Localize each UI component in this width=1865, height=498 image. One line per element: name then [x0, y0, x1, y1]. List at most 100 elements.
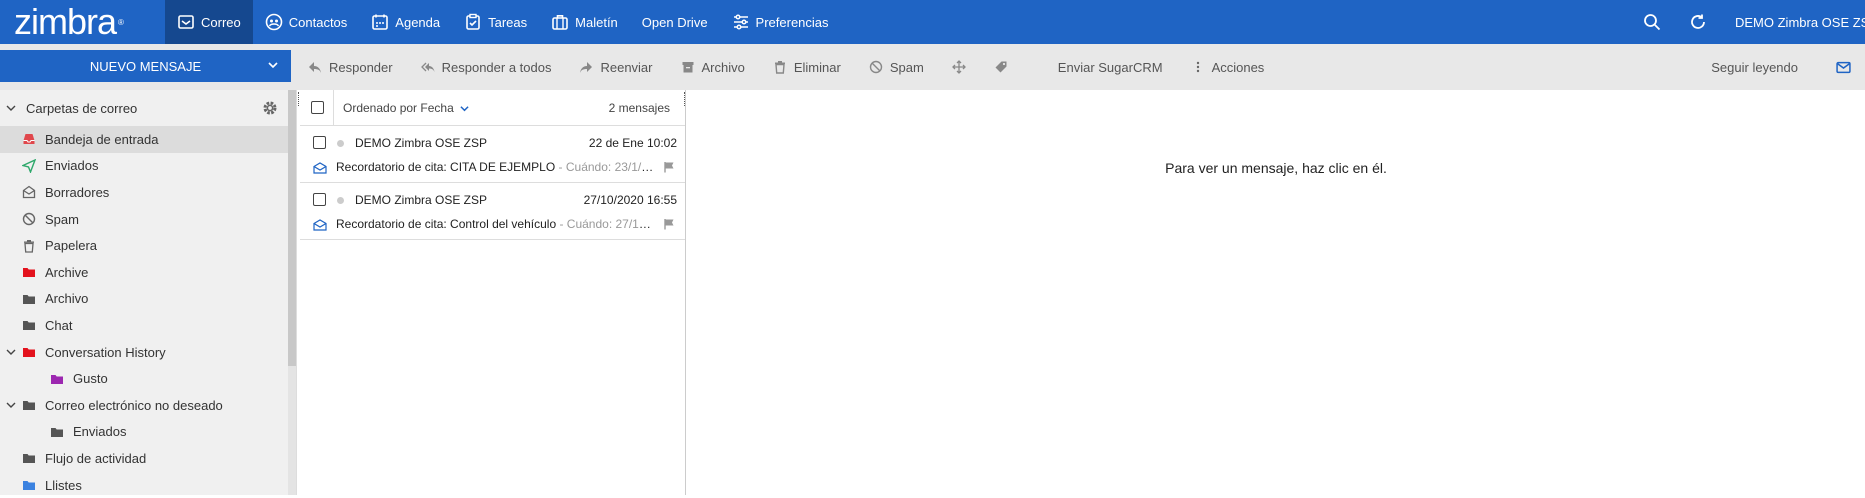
- folder-icon: [51, 374, 63, 384]
- mail-folders-header[interactable]: Carpetas de correo: [0, 90, 296, 126]
- sidebar-folder-item[interactable]: Archivo: [0, 286, 296, 313]
- envelope-open-icon: [313, 219, 327, 231]
- refresh-icon[interactable]: [1689, 13, 1707, 31]
- sidebar-folder-item[interactable]: Flujo de actividad: [0, 445, 296, 472]
- sidebar-folder-item[interactable]: Borradores: [0, 179, 296, 206]
- select-all-checkbox[interactable]: [311, 101, 324, 114]
- folder-label: Flujo de actividad: [45, 450, 147, 466]
- spam-button[interactable]: Spam: [869, 60, 924, 75]
- reply-all-button[interactable]: Responder a todos: [420, 60, 551, 75]
- topbar-right: DEMO Zimbra OSE ZSP: [1643, 0, 1865, 44]
- nav-mail[interactable]: Correo: [165, 0, 253, 44]
- sidebar-folder-item[interactable]: Bandeja de entrada: [0, 126, 296, 153]
- sidebar-folder-item[interactable]: Llistes: [0, 472, 296, 498]
- archive-label: Archivo: [701, 59, 745, 75]
- message-list: Ordenado por Fecha 2 mensajes DEMO Zimbr…: [300, 90, 686, 495]
- folder-icon: [23, 348, 35, 358]
- sidebar-folder-item[interactable]: Chat: [0, 312, 296, 339]
- envelope-icon[interactable]: [1836, 60, 1851, 75]
- trash-icon: [24, 239, 34, 253]
- reply-icon: [309, 62, 321, 73]
- archive-button[interactable]: Archivo: [681, 60, 745, 75]
- sidebar-folder-item[interactable]: Enviados: [0, 153, 296, 180]
- calendar-icon: [372, 14, 389, 30]
- envelope-open-icon: [313, 162, 327, 174]
- actions-label: Acciones: [1211, 59, 1265, 75]
- forward-label: Reenviar: [600, 59, 653, 75]
- nav-open-drive[interactable]: Open Drive: [630, 0, 720, 44]
- sidebar-folder-item[interactable]: Conversation History: [0, 339, 296, 366]
- delete-button[interactable]: Eliminar: [773, 60, 841, 75]
- unread-dot[interactable]: [337, 197, 344, 204]
- folder-label: Spam: [45, 211, 79, 227]
- drafts-icon: [22, 186, 36, 199]
- nav-briefcase-label: Maletín: [575, 14, 618, 30]
- mail-icon: [178, 15, 194, 29]
- unread-dot[interactable]: [337, 140, 344, 147]
- folder-label: Enviados: [45, 158, 99, 174]
- folder-list: Bandeja de entrada Enviados Borradores Spam…: [0, 126, 296, 498]
- gear-icon[interactable]: [262, 100, 278, 116]
- message-subject: Recordatorio de cita: Control del vehícu…: [336, 217, 557, 231]
- messages-container: DEMO Zimbra OSE ZSP 22 de Ene 10:02 Reco…: [300, 126, 685, 240]
- folder-label: Archivo: [45, 291, 89, 307]
- user-menu[interactable]: DEMO Zimbra OSE ZSP: [1735, 15, 1865, 30]
- forward-icon: [580, 62, 593, 73]
- chevron-down-icon[interactable]: [6, 103, 16, 113]
- nav-tasks[interactable]: Tareas: [452, 0, 539, 44]
- message-fragment: - Cuándo: 23/1/21...: [555, 160, 654, 174]
- folder-label: Borradores: [45, 184, 110, 200]
- nav-open-drive-label: Open Drive: [641, 14, 708, 30]
- message-date: 22 de Ene 10:02: [588, 136, 677, 150]
- nav-preferences[interactable]: Preferencias: [720, 0, 841, 44]
- forward-button[interactable]: Reenviar: [579, 59, 653, 75]
- folder-icon: [23, 294, 35, 304]
- flag-icon[interactable]: [663, 161, 675, 173]
- send-icon: [22, 158, 36, 173]
- keep-reading-button[interactable]: Seguir leyendo: [1711, 60, 1798, 75]
- message-row[interactable]: DEMO Zimbra OSE ZSP 22 de Ene 10:02 Reco…: [300, 126, 685, 183]
- sidebar-folder-item[interactable]: Gusto: [0, 365, 296, 392]
- message-checkbox[interactable]: [313, 136, 326, 149]
- message-subject-line: Recordatorio de cita: CITA DE EJEMPLO - …: [336, 160, 654, 174]
- message-list-header: Ordenado por Fecha 2 mensajes: [300, 90, 685, 126]
- message-actions: Responder Responder a todos Reenviar Arc…: [308, 44, 1292, 90]
- sidebar-folder-item[interactable]: Spam: [0, 206, 296, 233]
- pane-resize-handle[interactable]: [298, 92, 300, 106]
- flag-icon[interactable]: [663, 218, 675, 230]
- action-toolbar: NUEVO MENSAJE Responder Responder a todo…: [0, 44, 1865, 90]
- reply-button[interactable]: Responder: [308, 60, 393, 75]
- sort-dropdown[interactable]: Ordenado por Fecha: [343, 101, 469, 115]
- zimbra-logo[interactable]: zimbra ®: [0, 0, 165, 44]
- move-button[interactable]: [951, 60, 966, 74]
- send-sugarcrm-button[interactable]: Enviar SugarCRM: [1058, 60, 1163, 75]
- chevron-down-icon[interactable]: [6, 400, 16, 410]
- message-row[interactable]: DEMO Zimbra OSE ZSP 27/10/2020 16:55 Rec…: [300, 183, 685, 240]
- chevron-down-icon[interactable]: [6, 347, 16, 357]
- nav-calendar[interactable]: Agenda: [359, 0, 452, 44]
- contacts-icon: [265, 13, 283, 31]
- pane-resize-handle[interactable]: [684, 92, 686, 106]
- new-message-button[interactable]: NUEVO MENSAJE: [0, 50, 291, 82]
- sidebar-folder-item[interactable]: Papelera: [0, 232, 296, 259]
- folder-label: Papelera: [45, 238, 98, 254]
- folder-icon: [23, 321, 35, 331]
- scrollbar-thumb[interactable]: [288, 90, 296, 366]
- message-checkbox[interactable]: [313, 193, 326, 206]
- message-sender: DEMO Zimbra OSE ZSP: [355, 193, 488, 207]
- sort-label: Ordenado por Fecha: [343, 101, 454, 115]
- chevron-down-icon[interactable]: [267, 59, 279, 71]
- toolbar-right: Seguir leyendo: [1711, 44, 1851, 90]
- new-message-label: NUEVO MENSAJE: [89, 58, 202, 74]
- sidebar-folder-item[interactable]: Enviados: [0, 419, 296, 446]
- actions-menu-button[interactable]: Acciones: [1191, 59, 1265, 75]
- sidebar-folder-item[interactable]: Archive: [0, 259, 296, 286]
- nav-briefcase[interactable]: Maletín: [539, 0, 630, 44]
- sidebar-scrollbar[interactable]: [288, 90, 296, 495]
- tag-button[interactable]: [994, 60, 1008, 74]
- sugarcrm-label: Enviar SugarCRM: [1057, 59, 1163, 75]
- nav-contacts[interactable]: Contactos: [253, 0, 360, 44]
- sidebar-folder-item[interactable]: Correo electrónico no deseado: [0, 392, 296, 419]
- reply-label: Responder: [329, 59, 393, 75]
- search-icon[interactable]: [1643, 13, 1661, 31]
